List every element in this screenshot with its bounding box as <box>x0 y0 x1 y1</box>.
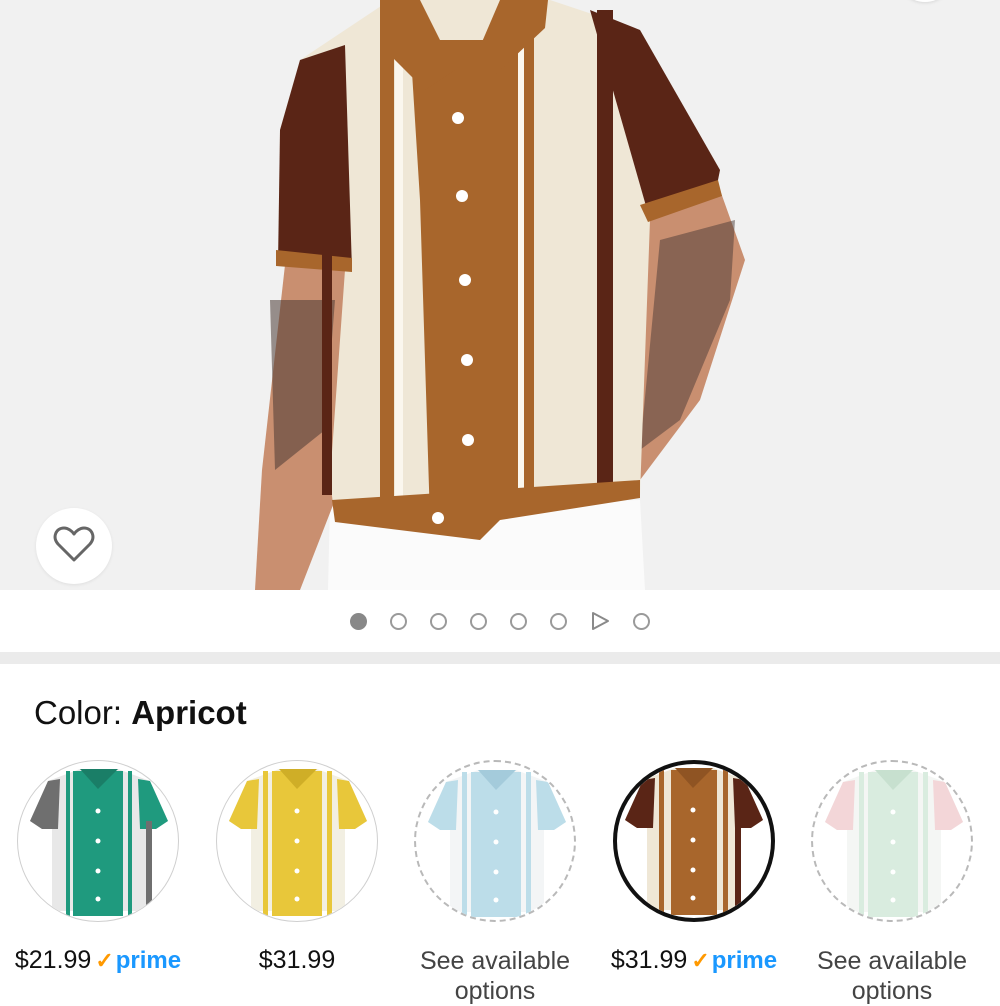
swatch-option[interactable]: See available options <box>802 760 982 1006</box>
image-pager <box>0 590 1000 652</box>
swatch-thumbnail <box>216 760 378 922</box>
swatch-price: $21.99 <box>14 946 92 974</box>
pager-dot[interactable] <box>470 612 487 630</box>
swatch-option[interactable]: $31.99 <box>207 760 387 975</box>
swatch-thumbnail <box>613 760 775 922</box>
pager-dot[interactable] <box>550 612 567 630</box>
selected-color-name: Apricot <box>131 694 247 731</box>
swatch-option[interactable]: See available options <box>405 760 585 1006</box>
swatch-thumbnail <box>17 760 179 922</box>
swatch-price-row: $31.99 <box>207 946 387 975</box>
swatch-price-row: $21.99 ✓ prime <box>8 946 188 975</box>
color-swatches: $21.99 ✓ prime $31.99 See available opti… <box>0 760 1000 1005</box>
swatch-price: $31.99 <box>258 946 336 974</box>
shirt-thumbnail <box>428 770 566 917</box>
shirt-thumbnail <box>625 768 763 915</box>
pager-dot[interactable] <box>430 612 447 630</box>
shirt-photo <box>255 0 745 590</box>
color-label: Color: Apricot <box>34 694 247 732</box>
color-label-prefix: Color: <box>34 694 123 731</box>
shirt-thumbnail <box>30 769 168 916</box>
prime-badge: ✓ prime <box>95 947 181 975</box>
pager-dot[interactable] <box>350 612 367 630</box>
check-icon: ✓ <box>691 947 710 973</box>
shirt-thumbnail <box>229 769 367 916</box>
pager-dot[interactable] <box>390 612 407 630</box>
heart-icon <box>53 525 95 568</box>
shirt-thumbnail <box>825 770 963 917</box>
prime-label: prime <box>115 946 182 974</box>
swatch-option[interactable]: $21.99 ✓ prime <box>8 760 188 975</box>
wishlist-button[interactable] <box>36 508 112 584</box>
check-icon: ✓ <box>95 947 114 973</box>
pager-dot[interactable] <box>633 612 650 630</box>
swatch-price: $31.99 <box>610 946 688 974</box>
product-image[interactable] <box>0 0 1000 590</box>
swatch-price-row: $31.99 ✓ prime <box>604 946 784 975</box>
swatch-thumbnail <box>414 760 576 922</box>
swatch-option-selected[interactable]: $31.99 ✓ prime <box>604 760 784 975</box>
swatch-thumbnail <box>811 760 973 922</box>
section-divider <box>0 652 1000 664</box>
pager-dot[interactable] <box>510 612 527 630</box>
play-icon[interactable] <box>590 611 610 631</box>
swatch-availability: See available options <box>816 947 968 1005</box>
swatch-availability: See available options <box>419 947 571 1005</box>
prime-label: prime <box>711 946 778 974</box>
prime-badge: ✓ prime <box>691 947 777 975</box>
